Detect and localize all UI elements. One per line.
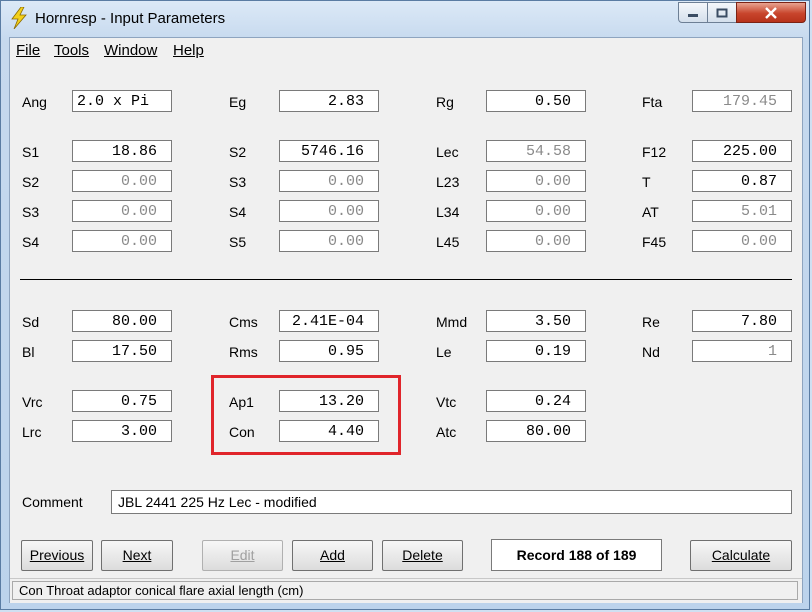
label-eg-1: Eg <box>229 94 247 110</box>
field-fta-3[interactable]: 179.45 <box>692 90 792 112</box>
field-s2-5[interactable]: 5746.16 <box>279 140 379 162</box>
field-s4-16[interactable]: 0.00 <box>72 230 172 252</box>
label-lrc-31: Lrc <box>22 424 42 440</box>
lightning-bolt-icon <box>11 7 27 29</box>
field-vtc-30[interactable]: 0.24 <box>486 390 586 412</box>
label-nd-27: Nd <box>642 344 660 360</box>
menu-help-label: Help <box>173 42 204 59</box>
add-button[interactable]: Add <box>292 540 373 571</box>
field-eg-1[interactable]: 2.83 <box>279 90 379 112</box>
minimize-icon <box>688 13 698 17</box>
field-l34-14[interactable]: 0.00 <box>486 200 586 222</box>
label-t-11: T <box>642 174 651 190</box>
close-button[interactable] <box>736 2 806 23</box>
comment-field[interactable]: JBL 2441 225 Hz Lec - modified <box>111 490 792 514</box>
menu-bar: File Tools Window Help <box>10 38 802 61</box>
label-l23-10: L23 <box>436 174 460 190</box>
label-le-26: Le <box>436 344 452 360</box>
label-vrc-28: Vrc <box>22 394 43 410</box>
maximize-icon <box>716 8 728 17</box>
record-indicator: Record 188 of 189 <box>491 539 662 571</box>
status-text: Con Throat adaptor conical flare axial l… <box>12 581 798 600</box>
menu-file[interactable]: File <box>16 42 40 59</box>
field-vrc-28[interactable]: 0.75 <box>72 390 172 412</box>
field-lrc-31[interactable]: 3.00 <box>72 420 172 442</box>
label-atc-33: Atc <box>436 424 457 440</box>
field-s1-4[interactable]: 18.86 <box>72 140 172 162</box>
field-atc-33[interactable]: 80.00 <box>486 420 586 442</box>
label-s3-12: S3 <box>22 204 40 220</box>
label-lec-6: Lec <box>436 144 459 160</box>
field-rms-25[interactable]: 0.95 <box>279 340 379 362</box>
label-sd-20: Sd <box>22 314 40 330</box>
delete-button[interactable]: Delete <box>382 540 463 571</box>
label-s1-4: S1 <box>22 144 40 160</box>
calculate-button[interactable]: Calculate <box>690 540 792 571</box>
field-f12-7[interactable]: 225.00 <box>692 140 792 162</box>
label-at-15: AT <box>642 204 659 220</box>
label-bl-24: Bl <box>22 344 35 360</box>
menu-tools-label: Tools <box>54 42 90 59</box>
field-nd-27[interactable]: 1 <box>692 340 792 362</box>
label-re-23: Re <box>642 314 660 330</box>
menu-window-label: Window <box>104 42 158 59</box>
maximize-button[interactable] <box>707 2 737 23</box>
field-s5-17[interactable]: 0.00 <box>279 230 379 252</box>
field-ang-0[interactable]: 2.0 x Pi <box>72 90 172 112</box>
label-f12-7: F12 <box>642 144 667 160</box>
label-cms-21: Cms <box>229 314 258 330</box>
label-s2-8: S2 <box>22 174 40 190</box>
field-sd-20[interactable]: 80.00 <box>72 310 172 332</box>
label-fta-3: Fta <box>642 94 663 110</box>
label-vtc-30: Vtc <box>436 394 457 410</box>
label-l34-14: L34 <box>436 204 460 220</box>
field-lec-6[interactable]: 54.58 <box>486 140 586 162</box>
highlight-box <box>211 375 401 455</box>
field-rg-2[interactable]: 0.50 <box>486 90 586 112</box>
label-s4-16: S4 <box>22 234 40 250</box>
hornresp-window: Hornresp - Input Parameters File Tools W… <box>0 0 810 610</box>
client-area: File Tools Window Help Ang 2.0 x Pi Eg 2.83… <box>9 37 803 603</box>
field-mmd-22[interactable]: 3.50 <box>486 310 586 332</box>
field-at-15[interactable]: 5.01 <box>692 200 792 222</box>
label-s3-9: S3 <box>229 174 247 190</box>
label-ang-0: Ang <box>22 94 47 110</box>
field-le-26[interactable]: 0.19 <box>486 340 586 362</box>
field-bl-24[interactable]: 17.50 <box>72 340 172 362</box>
field-s4-13[interactable]: 0.00 <box>279 200 379 222</box>
label-rms-25: Rms <box>229 344 258 360</box>
section-divider <box>20 279 792 280</box>
status-bar: Con Throat adaptor conical flare axial l… <box>10 578 802 603</box>
field-s3-9[interactable]: 0.00 <box>279 170 379 192</box>
menu-window[interactable]: Window <box>104 42 157 59</box>
field-l23-10[interactable]: 0.00 <box>486 170 586 192</box>
label-s5-17: S5 <box>229 234 247 250</box>
next-button[interactable]: Next <box>101 540 173 571</box>
title-bar[interactable]: Hornresp - Input Parameters <box>1 1 811 37</box>
edit-button[interactable]: Edit <box>202 540 283 571</box>
menu-file-label: File <box>16 42 41 59</box>
field-s3-12[interactable]: 0.00 <box>72 200 172 222</box>
field-l45-18[interactable]: 0.00 <box>486 230 586 252</box>
label-s4-13: S4 <box>229 204 247 220</box>
input-parameters-form: Ang 2.0 x Pi Eg 2.83 Rg 0.50 Fta 179.45 S1 18.86 S… <box>10 60 802 588</box>
comment-label: Comment <box>22 494 83 510</box>
label-f45-19: F45 <box>642 234 667 250</box>
label-s2-5: S2 <box>229 144 247 160</box>
label-mmd-22: Mmd <box>436 314 468 330</box>
label-rg-2: Rg <box>436 94 454 110</box>
close-icon <box>765 6 777 19</box>
minimize-button[interactable] <box>678 2 708 23</box>
field-re-23[interactable]: 7.80 <box>692 310 792 332</box>
field-f45-19[interactable]: 0.00 <box>692 230 792 252</box>
menu-help[interactable]: Help <box>173 42 204 59</box>
field-cms-21[interactable]: 2.41E-04 <box>279 310 379 332</box>
label-l45-18: L45 <box>436 234 460 250</box>
menu-tools[interactable]: Tools <box>54 42 89 59</box>
field-t-11[interactable]: 0.87 <box>692 170 792 192</box>
window-title: Hornresp - Input Parameters <box>35 10 226 27</box>
previous-button[interactable]: Previous <box>21 540 93 571</box>
field-s2-8[interactable]: 0.00 <box>72 170 172 192</box>
